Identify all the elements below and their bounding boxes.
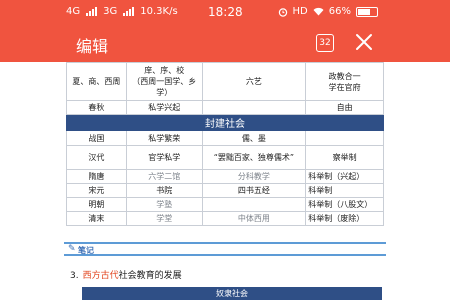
network-3g-label: 3G [103, 6, 118, 17]
education-history-table: 夏、商、西周 庠、序、校 （西周一国学、乡学） 六艺 政教合一 学在官府 春秋 … [66, 62, 384, 226]
network-4g-label: 4G [66, 6, 81, 17]
table-cell: 清末 [66, 211, 127, 226]
highlighted-text: 西方古代 [82, 271, 119, 281]
alarm-icon [278, 7, 287, 17]
table-cell: 察举制 [305, 145, 384, 170]
pencil-icon: ✎ [68, 244, 76, 254]
title-bar: 编辑 32 [0, 24, 450, 62]
status-time: 18:28 [208, 5, 243, 19]
table-cell: “罢黜百家、独尊儒术” [201, 145, 307, 170]
battery-percent: 66% [328, 6, 351, 17]
signal-icon-2 [123, 7, 135, 16]
table-cell: 分科教学 [201, 169, 307, 184]
table-row: 战国 私学繁荣 儒、墨 [66, 130, 384, 146]
hd-label: HD [292, 6, 308, 17]
table-cell [201, 100, 307, 115]
table-cell: 明朝 [66, 197, 127, 212]
table-cell: 庠、序、校 （西周一国学、乡学） [125, 62, 203, 101]
table-cell: 科举制 [305, 183, 384, 198]
table-cell: 学塾 [125, 197, 203, 212]
item-text: 社会教育的发展 [118, 271, 182, 281]
close-icon[interactable] [352, 30, 376, 54]
table-row: 宋元 书院 四书五经 科举制 [66, 183, 384, 198]
page-count-button[interactable]: 32 [316, 34, 334, 52]
table-row: 汉代 官学私学 “罢黜百家、独尊儒术” 察举制 [66, 145, 384, 170]
table-cell: 科举制（兴起） [305, 169, 384, 184]
table-cell [305, 130, 384, 146]
table-cell: 宋元 [66, 183, 127, 198]
table-cell [201, 197, 307, 212]
battery-icon [356, 6, 378, 17]
page-title: 编辑 [76, 37, 109, 56]
table-row: 清末 学堂 中体西用 科举制（废除） [66, 211, 384, 226]
table-row: 春秋 私学兴起 自由 [66, 100, 384, 115]
notes-label: 笔记 [78, 246, 94, 255]
table-cell: 私学兴起 [125, 100, 203, 115]
table-cell: 战国 [66, 130, 127, 146]
table-cell: 科举制（八股文） [305, 197, 384, 212]
table-cell: 儒、墨 [201, 130, 307, 146]
wifi-icon [313, 7, 324, 16]
table-cell: 隋唐 [66, 169, 127, 184]
section-header-bottom: 奴隶社会 [82, 287, 382, 300]
table-cell: 夏、商、西周 [66, 62, 127, 101]
status-right: HD 66% [278, 6, 378, 17]
table-cell: 六艺 [201, 62, 307, 101]
network-speed: 10.3K/s [140, 6, 178, 17]
table-cell: 官学私学 [125, 145, 203, 170]
signal-icon [86, 7, 98, 16]
table-row: 明朝 学塾 科举制（八股文） [66, 197, 384, 212]
table-row: 隋唐 六学二馆 分科教学 科举制（兴起） [66, 169, 384, 184]
status-bar: 4G 3G 10.3K/s 18:28 HD 66% [0, 0, 450, 24]
table-cell: 书院 [125, 183, 203, 198]
table-cell: 科举制（废除） [305, 211, 384, 226]
section-header: 封建社会 [66, 114, 384, 131]
table-cell: 私学繁荣 [125, 130, 203, 146]
table-cell: 政教合一 学在官府 [305, 62, 384, 101]
document-content: 夏、商、西周 庠、序、校 （西周一国学、乡学） 六艺 政教合一 学在官府 春秋 … [0, 62, 450, 300]
table-cell: 汉代 [66, 145, 127, 170]
table-cell: 六学二馆 [125, 169, 203, 184]
section-header-row: 封建社会 [66, 114, 384, 131]
status-left: 4G 3G 10.3K/s [66, 6, 178, 17]
table-row: 夏、商、西周 庠、序、校 （西周一国学、乡学） 六艺 政教合一 学在官府 [66, 62, 384, 101]
table-cell: 自由 [305, 100, 384, 115]
table-cell: 学堂 [125, 211, 203, 226]
item-number: 3. [70, 271, 79, 281]
table-cell: 春秋 [66, 100, 127, 115]
table-cell: 四书五经 [201, 183, 307, 198]
section-item-3: 3. 西方古代社会教育的发展 [70, 268, 182, 281]
table-cell: 中体西用 [201, 211, 307, 226]
notes-bar: ✎ 笔记 [64, 242, 386, 256]
